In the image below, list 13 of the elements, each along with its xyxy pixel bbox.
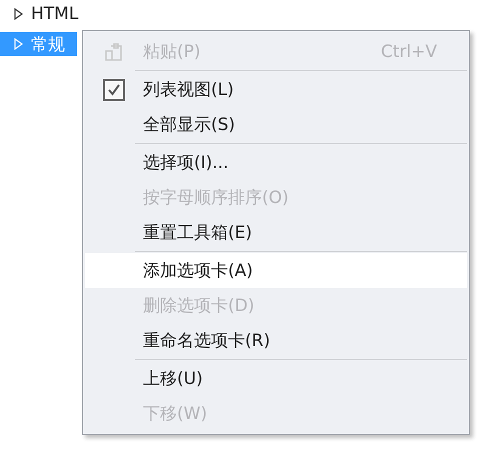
checkmark-icon xyxy=(106,82,122,98)
menu-item[interactable]: 选择项(I)... xyxy=(85,145,467,180)
expand-triangle-icon xyxy=(14,8,23,20)
menu-item[interactable]: 重命名选项卡(R) xyxy=(85,323,467,358)
checkbox[interactable] xyxy=(103,78,125,100)
menu-item[interactable]: 上移(U) xyxy=(85,361,467,396)
paste-icon xyxy=(104,42,124,62)
menu-item[interactable]: 全部显示(S) xyxy=(85,107,467,142)
menu-item[interactable]: 重置工具箱(E) xyxy=(85,215,467,250)
menu-item[interactable]: 列表视图(L) xyxy=(85,72,467,107)
menu-item[interactable]: 添加选项卡(A) xyxy=(85,253,467,288)
expand-triangle-icon xyxy=(14,38,23,50)
tree-item[interactable]: HTML xyxy=(0,2,90,26)
